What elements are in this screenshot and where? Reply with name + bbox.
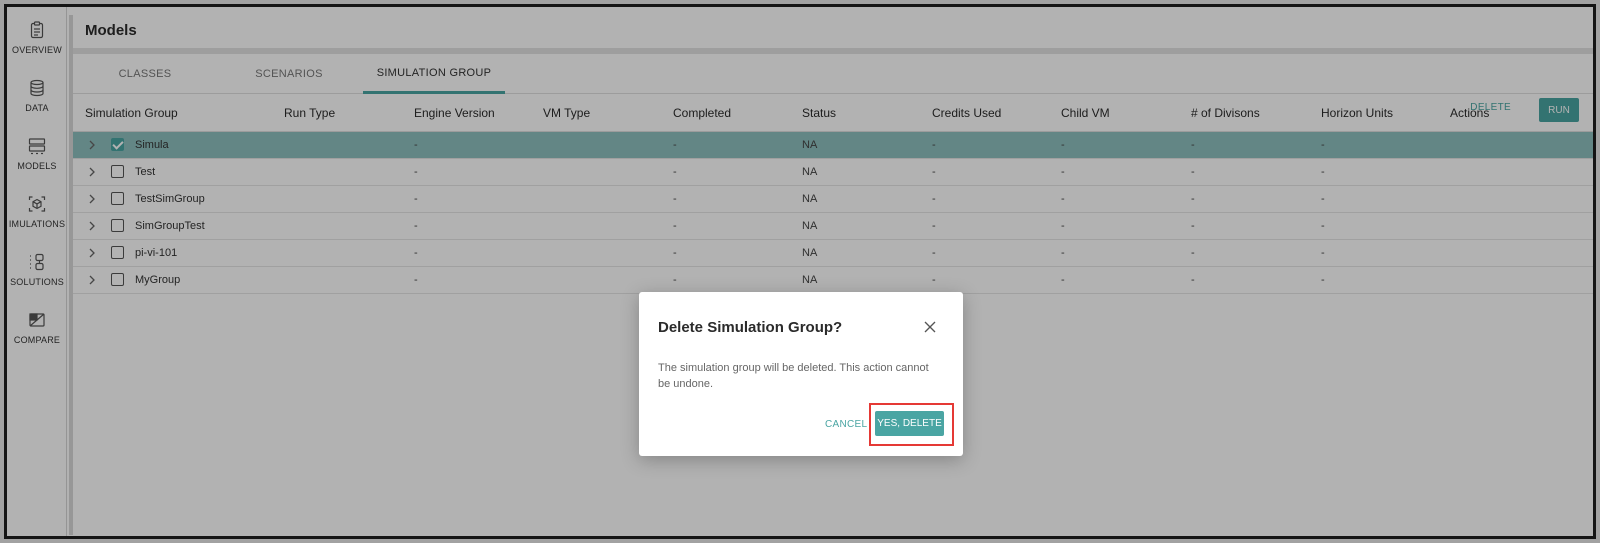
- dialog-message: The simulation group will be deleted. Th…: [658, 362, 929, 390]
- dialog-title: Delete Simulation Group?: [658, 319, 843, 336]
- modal-overlay[interactable]: Delete Simulation Group? The simulation …: [0, 0, 1600, 543]
- cancel-button[interactable]: CANCEL: [825, 419, 867, 430]
- delete-dialog: Delete Simulation Group? The simulation …: [639, 292, 963, 456]
- close-icon[interactable]: [923, 320, 937, 334]
- confirm-delete-button[interactable]: YES, DELETE: [875, 411, 944, 436]
